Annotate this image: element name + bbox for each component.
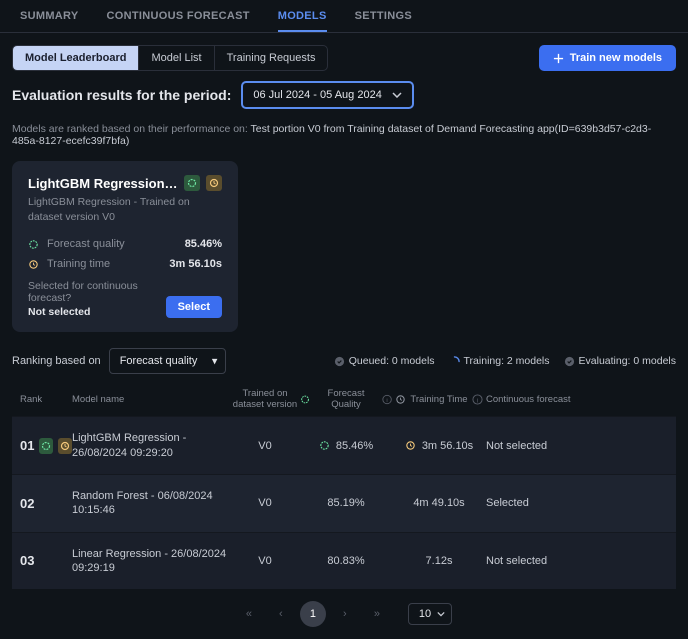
time-badge-icon bbox=[58, 438, 72, 454]
ranking-selector[interactable]: Forecast quality ▾ bbox=[109, 348, 227, 374]
ranked-basis-text: Models are ranked based on their perform… bbox=[0, 119, 688, 161]
queued-status: Queued: 0 models bbox=[349, 355, 435, 367]
tab-continuous-forecast[interactable]: CONTINUOUS FORECAST bbox=[107, 10, 250, 32]
subtab-training-requests[interactable]: Training Requests bbox=[215, 46, 328, 70]
ranked-prefix: Models are ranked based on their perform… bbox=[12, 123, 251, 135]
col-continuous-forecast: Continuous forecast bbox=[486, 394, 580, 405]
pagination: « ‹ 1 › » 10 bbox=[0, 589, 688, 639]
cf-question: Selected for continuous forecast? bbox=[28, 280, 138, 304]
train-new-models-button[interactable]: Train new models bbox=[539, 45, 676, 71]
top-model-card: LightGBM Regression - 26/08/202... Light… bbox=[12, 161, 238, 332]
select-button[interactable]: Select bbox=[166, 296, 222, 318]
quality-badge-icon bbox=[39, 438, 53, 454]
svg-text:i: i bbox=[476, 397, 477, 404]
cell-rank: 03 bbox=[20, 553, 72, 568]
cell-continuous-forecast: Not selected bbox=[486, 555, 580, 567]
check-circle-icon bbox=[334, 356, 345, 367]
clock-icon bbox=[28, 259, 39, 270]
tab-models[interactable]: MODELS bbox=[278, 10, 327, 32]
cell-model-name: LightGBM Regression - 26/08/2024 09:29:2… bbox=[72, 431, 230, 460]
clock-icon bbox=[395, 394, 406, 405]
cf-answer: Not selected bbox=[28, 306, 166, 318]
subtab-model-list[interactable]: Model List bbox=[139, 46, 214, 70]
col-training-time[interactable]: Training Timei bbox=[392, 394, 486, 405]
ranking-value: Forecast quality bbox=[120, 355, 198, 367]
fq-value: 85.46% bbox=[185, 238, 222, 250]
page-prev-button[interactable]: ‹ bbox=[268, 601, 294, 627]
col-version: Trained on dataset version bbox=[230, 388, 300, 410]
target-icon bbox=[300, 394, 310, 405]
caret-down-icon: ▾ bbox=[212, 355, 218, 368]
leaderboard-table: Rank Model name Trained on dataset versi… bbox=[12, 382, 676, 589]
subtab-leaderboard[interactable]: Model Leaderboard bbox=[13, 46, 139, 70]
page-last-button[interactable]: » bbox=[364, 601, 390, 627]
chevron-down-icon bbox=[392, 92, 402, 98]
tt-label: Training time bbox=[47, 258, 161, 270]
target-icon bbox=[28, 239, 39, 250]
status-summary: Queued: 0 models Training: 2 models Eval… bbox=[334, 355, 676, 367]
cell-model-name: Linear Regression - 26/08/2024 09:29:19 bbox=[72, 547, 230, 576]
cell-forecast-quality: 85.19% bbox=[300, 497, 392, 509]
cell-version: V0 bbox=[230, 555, 300, 567]
cell-model-name: Random Forest - 06/08/2024 10:15:46 bbox=[72, 489, 230, 518]
cell-version: V0 bbox=[230, 497, 300, 509]
cell-training-time: 3m 56.10s bbox=[392, 440, 486, 452]
period-selector[interactable]: 06 Jul 2024 - 05 Aug 2024 bbox=[241, 81, 413, 109]
card-subtitle: LightGBM Regression - Trained on dataset… bbox=[28, 195, 222, 224]
cell-continuous-forecast: Selected bbox=[486, 497, 580, 509]
cell-rank: 01 bbox=[20, 438, 72, 454]
table-row[interactable]: 03Linear Regression - 26/08/2024 09:29:1… bbox=[12, 532, 676, 590]
cell-rank: 02 bbox=[20, 496, 72, 511]
check-circle-icon bbox=[564, 356, 575, 367]
clock-icon bbox=[405, 440, 416, 451]
ranking-label: Ranking based on bbox=[12, 355, 101, 367]
train-button-label: Train new models bbox=[570, 52, 662, 64]
cf-status: Selected for continuous forecast? Not se… bbox=[28, 280, 166, 318]
cell-training-time: 4m 49.10s bbox=[392, 497, 486, 509]
fq-label: Forecast quality bbox=[47, 238, 177, 250]
chevron-down-icon bbox=[437, 612, 445, 617]
period-label: Evaluation results for the period: bbox=[12, 87, 231, 103]
info-icon: i bbox=[382, 394, 392, 405]
table-row[interactable]: 02Random Forest - 06/08/2024 10:15:46V08… bbox=[12, 474, 676, 532]
page-size-selector[interactable]: 10 bbox=[408, 603, 452, 625]
time-badge-icon bbox=[206, 175, 222, 191]
page-size-value: 10 bbox=[419, 608, 431, 620]
tab-settings[interactable]: SETTINGS bbox=[355, 10, 412, 32]
page-number-button[interactable]: 1 bbox=[300, 601, 326, 627]
table-row[interactable]: 01LightGBM Regression - 26/08/2024 09:29… bbox=[12, 416, 676, 474]
cell-forecast-quality: 85.46% bbox=[300, 440, 392, 452]
cell-continuous-forecast: Not selected bbox=[486, 440, 580, 452]
target-icon bbox=[319, 440, 330, 451]
cell-version: V0 bbox=[230, 440, 300, 452]
period-value: 06 Jul 2024 - 05 Aug 2024 bbox=[253, 89, 381, 101]
training-status: Training: 2 models bbox=[464, 355, 550, 367]
card-title: LightGBM Regression - 26/08/202... bbox=[28, 176, 178, 191]
tab-summary[interactable]: SUMMARY bbox=[20, 10, 79, 32]
info-icon: i bbox=[472, 394, 483, 405]
cell-forecast-quality: 80.83% bbox=[300, 555, 392, 567]
cell-training-time: 7.12s bbox=[392, 555, 486, 567]
col-name: Model name bbox=[72, 394, 230, 405]
svg-text:i: i bbox=[386, 398, 387, 404]
quality-badge-icon bbox=[184, 175, 200, 191]
col-rank: Rank bbox=[20, 394, 72, 405]
page-first-button[interactable]: « bbox=[236, 601, 262, 627]
evaluating-status: Evaluating: 0 models bbox=[579, 355, 676, 367]
plus-icon bbox=[553, 53, 564, 64]
tt-value: 3m 56.10s bbox=[169, 258, 222, 270]
page-next-button[interactable]: › bbox=[332, 601, 358, 627]
subtab-group: Model Leaderboard Model List Training Re… bbox=[12, 45, 328, 71]
col-forecast-quality[interactable]: Forecast Qualityi bbox=[300, 388, 392, 410]
spinner-icon bbox=[449, 356, 460, 367]
